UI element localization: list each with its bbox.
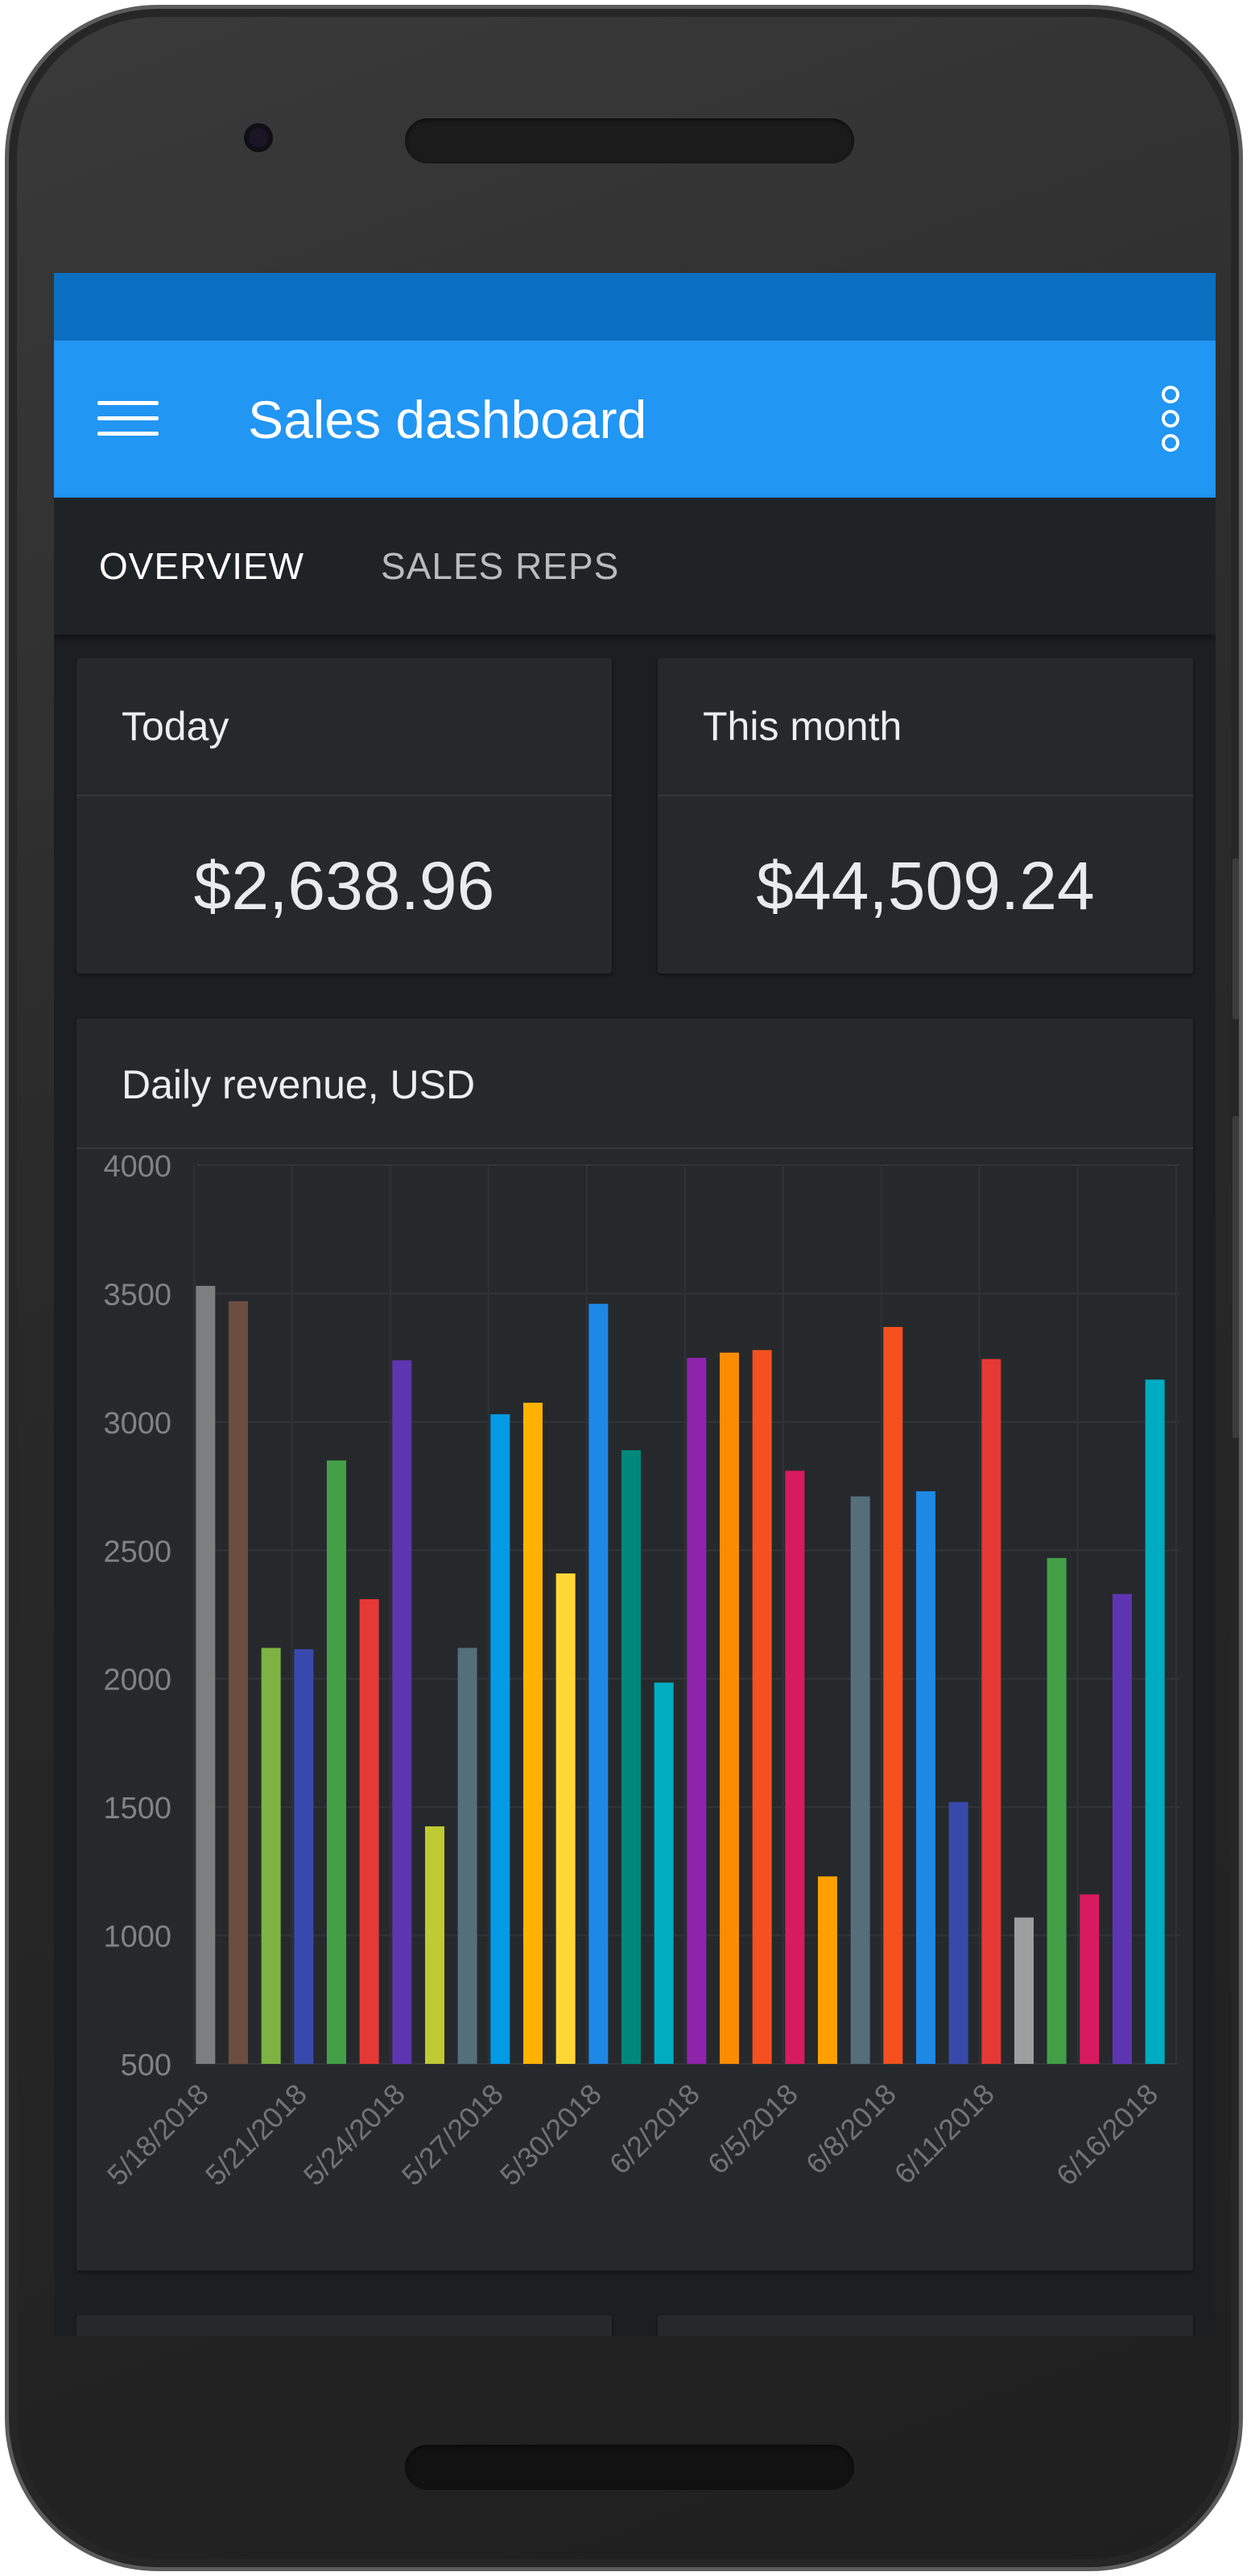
bar-5/23/2018 <box>359 1598 379 2064</box>
x-tick-label: 5/21/2018 <box>199 2078 313 2192</box>
front-camera <box>244 123 273 152</box>
y-tick-label: 1000 <box>103 1921 171 1954</box>
bar-5/21/2018 <box>294 1649 314 2064</box>
month-value: $44,509.24 <box>756 848 1095 924</box>
x-tick-label: 6/8/2018 <box>799 2078 902 2181</box>
today-title: Today <box>122 704 229 749</box>
x-tick-label: 5/27/2018 <box>395 2078 510 2192</box>
next-card-right <box>658 2315 1193 2336</box>
revenue-chart-card: Daily revenue, USD 500 1000 1500 2000 2500 30… <box>76 1019 1193 2271</box>
bar-6/16/2018 <box>1145 1379 1165 2064</box>
bar-5/28/2018 <box>523 1402 543 2064</box>
bar-5/30/2018 <box>588 1304 609 2064</box>
bar-6/7/2018 <box>850 1496 870 2064</box>
x-tick-label: 5/30/2018 <box>493 2078 608 2192</box>
bottom-speaker-grille <box>405 2445 854 2490</box>
bar-6/5/2018 <box>785 1470 805 2064</box>
bar-5/26/2018 <box>457 1648 477 2064</box>
status-bar <box>54 273 1216 341</box>
bar-6/13/2018 <box>1047 1557 1067 2064</box>
x-tick-label: 6/11/2018 <box>888 2078 1001 2190</box>
more-vertical-icon[interactable] <box>1158 386 1182 455</box>
y-tick-label: 3000 <box>103 1407 171 1441</box>
y-tick-label: 1500 <box>103 1792 171 1826</box>
bar-6/14/2018 <box>1080 1894 1100 2064</box>
bar-5/24/2018 <box>392 1360 412 2064</box>
bar-6/4/2018 <box>752 1350 772 2064</box>
y-tick-label: 3500 <box>103 1278 171 1312</box>
phone-frame: Sales dashboard OVERVIEW SALES REPS Toda… <box>5 5 1243 2571</box>
bar-5/31/2018 <box>621 1449 641 2064</box>
app-title: Sales dashboard <box>248 390 647 449</box>
bar-6/1/2018 <box>654 1682 674 2064</box>
bar-6/9/2018 <box>916 1491 935 2064</box>
top-speaker-grille <box>405 118 854 163</box>
revenue-bar-chart: 500 1000 1500 2000 2500 3000 3500 4000 5/18/2018… <box>101 1150 1179 2192</box>
bar-6/15/2018 <box>1113 1594 1132 2064</box>
hamburger-menu-icon[interactable] <box>97 401 159 436</box>
bar-6/2/2018 <box>687 1358 707 2064</box>
bar-6/3/2018 <box>720 1352 739 2064</box>
bar-6/8/2018 <box>883 1326 903 2064</box>
card-divider <box>76 795 612 796</box>
app-screen: Sales dashboard OVERVIEW SALES REPS Toda… <box>54 273 1216 2336</box>
y-tick-label: 2000 <box>103 1664 171 1697</box>
today-value: $2,638.96 <box>193 848 495 924</box>
x-tick-label: 6/5/2018 <box>701 2078 804 2181</box>
bar-5/27/2018 <box>490 1414 510 2064</box>
tab-sales-reps[interactable]: SALES REPS <box>381 498 619 635</box>
tab-bar: OVERVIEW SALES REPS <box>54 498 1216 635</box>
next-card-left <box>76 2315 612 2336</box>
y-tick-label: 500 <box>121 2049 171 2082</box>
x-tick-label: 6/16/2018 <box>1050 2078 1164 2192</box>
power-button <box>1232 858 1239 1019</box>
bar-6/6/2018 <box>818 1876 837 2064</box>
x-tick-label: 5/18/2018 <box>101 2078 215 2192</box>
card-divider <box>658 795 1193 796</box>
y-tick-label: 4000 <box>103 1150 171 1184</box>
month-card: This month $44,509.24 <box>658 658 1193 974</box>
bar-5/22/2018 <box>327 1460 346 2064</box>
x-tick-label: 6/2/2018 <box>603 2078 706 2181</box>
bar-5/19/2018 <box>229 1300 248 2064</box>
today-card: Today $2,638.96 <box>76 658 612 974</box>
x-tick-label: 5/24/2018 <box>297 2078 411 2192</box>
bar-6/10/2018 <box>948 1801 968 2064</box>
bar-5/20/2018 <box>261 1648 281 2064</box>
app-bar: Sales dashboard <box>54 341 1216 498</box>
month-title: This month <box>703 704 902 749</box>
bar-5/18/2018 <box>196 1285 216 2064</box>
volume-button <box>1232 1116 1239 1438</box>
bar-5/29/2018 <box>555 1573 576 2064</box>
bar-6/11/2018 <box>981 1358 1001 2064</box>
bar-5/25/2018 <box>425 1826 444 2064</box>
tab-overview[interactable]: OVERVIEW <box>99 498 304 635</box>
y-tick-label: 2500 <box>103 1535 171 1569</box>
bar-6/12/2018 <box>1014 1917 1034 2064</box>
